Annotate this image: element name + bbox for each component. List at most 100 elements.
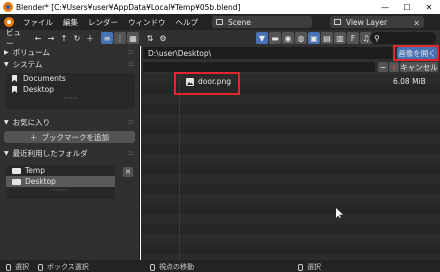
collapse-triangle-icon: ▼: [4, 60, 9, 68]
list-item[interactable]: Documents: [6, 73, 135, 84]
scene-icon: [216, 19, 223, 25]
blender-logo-icon: [3, 2, 13, 12]
drag-handle-icon[interactable]: ::::: [128, 48, 135, 56]
section-favorites-title: お気に入り: [12, 117, 51, 127]
status-label: 選択: [307, 263, 321, 271]
filename-row: − ＋ キャンセル: [141, 60, 440, 74]
sort-icon[interactable]: ⇅: [144, 32, 156, 44]
plus-icon: ＋: [30, 132, 38, 142]
sidebar: ▶ ボリューム :::: ▼ システム :::: Documents Deskt…: [0, 46, 140, 260]
close-icon[interactable]: ✕: [413, 19, 420, 28]
filter-search-input[interactable]: ⚲: [370, 32, 436, 44]
menu-window[interactable]: ウィンドウ: [123, 17, 171, 28]
refresh-icon[interactable]: ↻: [71, 32, 83, 44]
parent-directory-icon[interactable]: ↑: [58, 32, 70, 44]
thumbnail-view-icon[interactable]: ▦: [127, 32, 139, 44]
display-settings-icon[interactable]: ⚙: [157, 32, 169, 44]
horizontal-list-view-icon[interactable]: ⋮: [114, 32, 126, 44]
file-name: door.png: [198, 77, 231, 86]
file-size: 6.08 MiB: [393, 77, 426, 86]
mouse-right-icon: [298, 263, 303, 271]
section-favorites[interactable]: ▼ お気に入り ::::: [0, 116, 139, 128]
folder-icon: [12, 178, 21, 185]
clear-recent-button[interactable]: ✕: [123, 167, 133, 177]
open-image-button[interactable]: 画像を開く: [397, 47, 437, 59]
section-volumes-title: ボリューム: [12, 47, 50, 57]
view-layer-selector[interactable]: View Layer ✕: [330, 16, 424, 28]
collapse-triangle-icon: ▼: [4, 149, 9, 157]
section-volumes[interactable]: ▶ ボリューム ::::: [0, 46, 139, 58]
scene-name: Scene: [228, 17, 251, 27]
filter-movie-icon[interactable]: ▤: [321, 32, 333, 44]
filter-font-icon[interactable]: F: [347, 32, 359, 44]
add-bookmark-button[interactable]: ＋ ブックマークを追加: [4, 131, 135, 143]
minimize-button[interactable]: —: [374, 0, 396, 14]
cancel-button[interactable]: キャンセル: [400, 62, 438, 72]
file-row[interactable]: door.png 6.08 MiB: [141, 76, 440, 88]
list-resize-handle[interactable]: ⋯⋯: [6, 187, 115, 195]
expand-triangle-icon: ▶: [4, 48, 9, 56]
new-folder-icon[interactable]: ＋: [84, 32, 96, 44]
directory-path-input[interactable]: D:\user\Desktop\: [143, 47, 393, 59]
mouse-left-icon: [38, 263, 43, 271]
mouse-middle-icon: [150, 263, 155, 271]
list-item-label: Desktop: [25, 177, 56, 186]
scene-selector[interactable]: Scene: [212, 16, 312, 28]
list-resize-handle[interactable]: ⋯⋯: [6, 95, 135, 103]
status-label: 選択: [15, 263, 29, 271]
column-divider: [179, 74, 180, 260]
section-recent[interactable]: ▼ 最近利用したフォルダ ::::: [0, 147, 139, 159]
mouse-left-icon: [6, 263, 11, 271]
menu-file[interactable]: ファイル: [18, 17, 58, 28]
status-item: 選択: [6, 262, 29, 272]
menu-help[interactable]: ヘルプ: [171, 17, 204, 28]
window-title: Blender* [C:¥Users¥user¥AppData¥Local¥Te…: [16, 2, 241, 12]
window-controls: — ☐ ✕: [374, 0, 440, 14]
drag-handle-icon[interactable]: ::::: [128, 118, 135, 126]
section-system[interactable]: ▼ システム ::::: [0, 58, 139, 70]
maximize-button[interactable]: ☐: [396, 0, 418, 14]
increment-button[interactable]: ＋: [389, 62, 399, 72]
status-bar: 選択 ボックス選択 視点の移動 選択: [0, 260, 440, 272]
menu-render[interactable]: レンダー: [83, 17, 123, 28]
file-browser-main: D:\user\Desktop\ 画像を開く − ＋ キャンセル door.pn…: [141, 46, 440, 260]
list-item-label: Desktop: [23, 85, 54, 94]
filter-script-icon[interactable]: ▥: [334, 32, 346, 44]
filter-blend-icon[interactable]: ◉: [282, 32, 294, 44]
filter-toggle-icon[interactable]: ▼: [256, 32, 268, 44]
filename-input[interactable]: [143, 62, 375, 72]
drag-handle-icon[interactable]: ::::: [128, 149, 135, 157]
recent-folder-list: Temp Desktop ⋯⋯: [6, 165, 115, 199]
file-list: [141, 74, 440, 260]
list-item-label: Temp: [25, 166, 45, 175]
status-item: 視点の移動: [150, 262, 194, 272]
recent-list-wrapper: Temp Desktop ⋯⋯ ✕: [0, 165, 139, 199]
file-browser-toolbar: ビュー ← → ↑ ↻ ＋ ≡ ⋮ ▦ ⇅ ⚙ ▼ ▬ ◉ ◍ ▣ ▤ ▥ F …: [0, 28, 440, 48]
decrement-button[interactable]: −: [378, 62, 388, 72]
list-item-label: Documents: [23, 74, 66, 83]
section-system-title: システム: [12, 59, 43, 69]
menu-edit[interactable]: 編集: [58, 17, 83, 28]
forward-arrow-icon[interactable]: →: [45, 32, 57, 44]
section-recent-title: 最近利用したフォルダ: [12, 148, 88, 158]
filter-backup-icon[interactable]: ◍: [295, 32, 307, 44]
vertical-list-view-icon[interactable]: ≡: [101, 32, 113, 44]
blender-menu-icon[interactable]: [4, 17, 14, 27]
view-layer-name: View Layer: [346, 17, 388, 27]
status-label: 視点の移動: [159, 263, 194, 271]
add-bookmark-label: ブックマークを追加: [41, 132, 110, 142]
filter-folder-icon[interactable]: ▬: [269, 32, 281, 44]
drag-handle-icon[interactable]: ::::: [128, 60, 135, 68]
window-titlebar: Blender* [C:¥Users¥user¥AppData¥Local¥Te…: [0, 0, 440, 14]
blender-menubar: ファイル 編集 レンダー ウィンドウ ヘルプ Scene View Layer …: [0, 14, 440, 30]
folder-icon: [12, 167, 21, 174]
list-item[interactable]: Temp: [6, 165, 115, 176]
filter-image-icon[interactable]: ▣: [308, 32, 320, 44]
view-layer-icon: [334, 19, 341, 25]
close-window-button[interactable]: ✕: [418, 0, 440, 14]
filter-group: ▼ ▬ ◉ ◍ ▣ ▤ ▥ F ♫ ▯: [256, 32, 386, 44]
path-row: D:\user\Desktop\ 画像を開く: [141, 46, 440, 60]
back-arrow-icon[interactable]: ←: [32, 32, 44, 44]
status-item: 選択: [298, 262, 321, 272]
status-item: ボックス選択: [38, 262, 89, 272]
